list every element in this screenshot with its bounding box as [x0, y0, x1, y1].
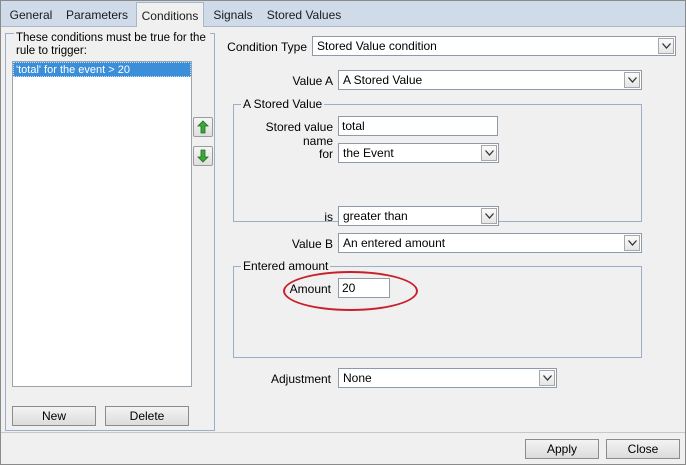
for-select[interactable]: the Event: [338, 143, 499, 163]
stored-value-group-legend: A Stored Value: [241, 97, 325, 111]
is-select[interactable]: greater than: [338, 206, 499, 226]
value-a-select[interactable]: A Stored Value: [338, 70, 642, 90]
conditions-panel: These conditions must be true for the ru…: [1, 27, 685, 432]
chevron-down-icon[interactable]: [658, 38, 674, 54]
arrow-down-icon: [197, 149, 209, 163]
stored-value-name-input[interactable]: total: [338, 116, 498, 136]
tab-signals[interactable]: Signals: [207, 4, 259, 27]
value-b-label: Value B: [291, 237, 333, 251]
value-a-value: A Stored Value: [343, 73, 423, 87]
delete-button[interactable]: Delete: [105, 406, 189, 426]
conditions-group: These conditions must be true for the ru…: [5, 32, 215, 431]
rule-editor-window: General Parameters Conditions Signals St…: [0, 0, 686, 465]
tab-conditions[interactable]: Conditions: [136, 2, 204, 28]
list-item[interactable]: 'total' for the event > 20: [13, 62, 191, 77]
condition-type-select[interactable]: Stored Value condition: [312, 36, 676, 56]
move-down-button[interactable]: [193, 146, 213, 166]
adjustment-value: None: [343, 371, 372, 385]
chevron-down-icon[interactable]: [481, 145, 497, 161]
chevron-down-icon[interactable]: [539, 370, 555, 386]
for-label: for: [318, 147, 333, 161]
chevron-down-icon[interactable]: [624, 235, 640, 251]
arrow-up-icon: [197, 120, 209, 134]
condition-type-label: Condition Type: [227, 40, 307, 54]
conditions-list[interactable]: 'total' for the event > 20: [12, 61, 192, 387]
tab-parameters[interactable]: Parameters: [61, 4, 133, 27]
tab-stored-values[interactable]: Stored Values: [263, 4, 345, 27]
chevron-down-icon[interactable]: [624, 72, 640, 88]
stored-value-name-label: Stored value name: [265, 120, 333, 148]
adjustment-label: Adjustment: [270, 372, 331, 386]
apply-button[interactable]: Apply: [525, 439, 599, 459]
highlight-ellipse: [283, 271, 418, 311]
value-b-select[interactable]: An entered amount: [338, 233, 642, 253]
tab-strip: General Parameters Conditions Signals St…: [1, 1, 685, 28]
new-button[interactable]: New: [12, 406, 96, 426]
is-value: greater than: [343, 209, 408, 223]
entered-amount-group-legend: Entered amount: [241, 259, 331, 273]
close-button[interactable]: Close: [606, 439, 680, 459]
value-b-value: An entered amount: [343, 236, 446, 250]
chevron-down-icon[interactable]: [481, 208, 497, 224]
tab-general[interactable]: General: [3, 4, 59, 27]
for-value: the Event: [343, 146, 394, 160]
condition-type-value: Stored Value condition: [317, 39, 437, 53]
is-label: is: [324, 210, 333, 224]
move-up-button[interactable]: [193, 117, 213, 137]
adjustment-select[interactable]: None: [338, 368, 557, 388]
value-a-label: Value A: [292, 74, 333, 88]
dialog-footer: Apply Close: [1, 432, 685, 464]
conditions-group-legend: These conditions must be true for the ru…: [14, 32, 210, 58]
